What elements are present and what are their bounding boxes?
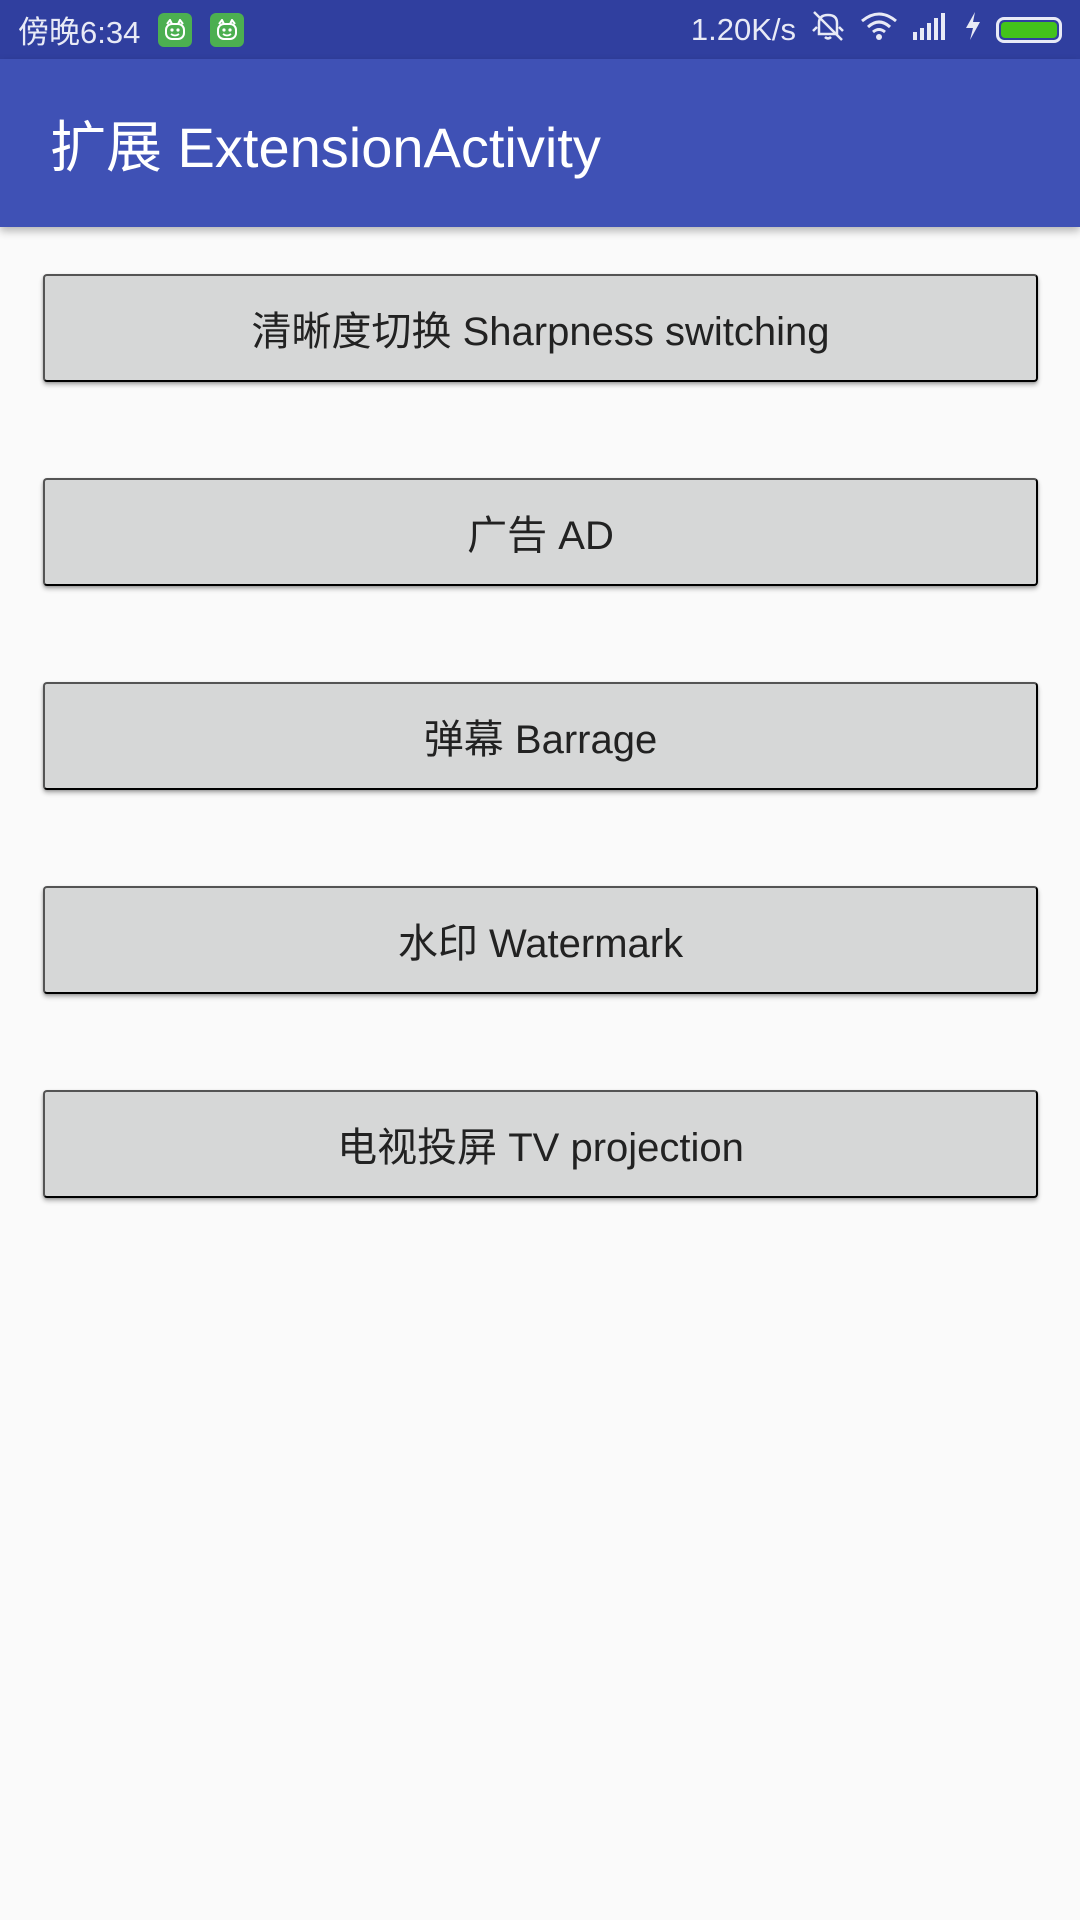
app-notification-icon (158, 12, 193, 47)
app-notification-icon (210, 12, 245, 47)
wifi-icon (860, 11, 898, 49)
sharpness-switching-button[interactable]: 清晰度切换 Sharpness switching (43, 274, 1038, 382)
ad-button[interactable]: 广告 AD (43, 478, 1038, 586)
network-speed: 1.20K/s (690, 11, 796, 47)
status-bar: 傍晚6:34 1.20K/s (0, 0, 1080, 59)
status-left: 傍晚6:34 (18, 7, 245, 52)
status-right: 1.20K/s (691, 9, 1062, 51)
charging-icon (964, 11, 982, 49)
battery-icon (996, 16, 1062, 43)
signal-icon (912, 12, 950, 48)
tv-projection-button[interactable]: 电视投屏 TV projection (43, 1090, 1038, 1198)
barrage-button[interactable]: 弹幕 Barrage (43, 682, 1038, 790)
status-time: 傍晚6:34 (18, 15, 141, 50)
vibrate-off-icon (810, 9, 846, 51)
app-bar: 扩展 ExtensionActivity (0, 59, 1080, 227)
battery-level-fill (1001, 21, 1057, 38)
watermark-button[interactable]: 水印 Watermark (43, 886, 1038, 994)
page-title: 扩展 ExtensionActivity (50, 115, 601, 179)
